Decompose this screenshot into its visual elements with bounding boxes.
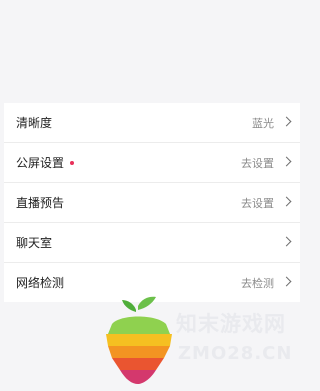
- chevron-right-icon: [281, 116, 292, 127]
- setting-value: 去设置: [241, 196, 274, 210]
- setting-label: 直播预告: [16, 196, 65, 210]
- top-blank-area: [0, 0, 300, 103]
- notification-dot-icon: [70, 161, 74, 165]
- watermark-title: 知末游戏网: [176, 312, 286, 336]
- setting-row-live-preview[interactable]: 直播预告 去设置: [4, 183, 300, 223]
- fruit-logo-icon: [106, 296, 172, 384]
- setting-value: 去设置: [241, 156, 274, 170]
- watermark-url: ZMO28.CN: [178, 343, 293, 364]
- setting-row-chat-room[interactable]: 聊天室: [4, 223, 300, 263]
- chevron-right-icon: [281, 236, 292, 247]
- setting-label: 公屏设置: [16, 156, 65, 170]
- setting-row-public-screen[interactable]: 公屏设置 去设置: [4, 143, 300, 183]
- chevron-right-icon: [281, 196, 292, 207]
- chevron-right-icon: [281, 156, 292, 167]
- chevron-right-icon: [281, 276, 292, 287]
- watermark: 知末游戏网 ZMO28.CN: [98, 294, 300, 387]
- setting-label: 聊天室: [16, 236, 53, 250]
- settings-list: 清晰度 蓝光 公屏设置 去设置 直播预告 去设置 聊天室 网络检测 去检测: [4, 103, 300, 302]
- setting-label: 网络检测: [16, 276, 65, 290]
- setting-row-clarity[interactable]: 清晰度 蓝光: [4, 103, 300, 143]
- setting-value: 去检测: [241, 276, 274, 290]
- setting-value: 蓝光: [252, 116, 274, 130]
- setting-label: 清晰度: [16, 116, 53, 130]
